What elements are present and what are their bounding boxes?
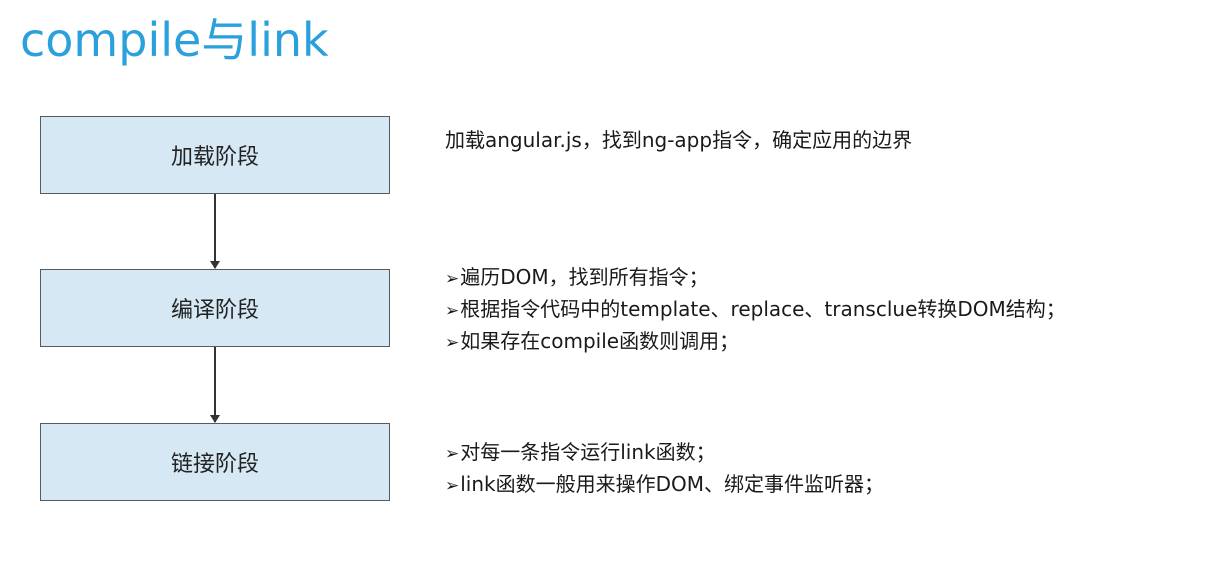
- flow-arrow: [210, 194, 220, 269]
- description-line: ➢根据指令代码中的template、replace、transclue转换DOM…: [445, 294, 1066, 326]
- stage-label: 加载阶段: [170, 145, 259, 170]
- description-line: 加载angular.js，找到ng-app指令，确定应用的边界: [445, 128, 913, 152]
- stage-description-link: ➢对每一条指令运行link函数； ➢link函数一般用来操作DOM、绑定事件监听…: [445, 437, 884, 501]
- stage-description-compile: ➢遍历DOM，找到所有指令； ➢根据指令代码中的template、replace…: [445, 262, 1066, 358]
- flow-arrow: [210, 347, 220, 423]
- description-line: ➢link函数一般用来操作DOM、绑定事件监听器；: [445, 469, 884, 501]
- stage-label: 链接阶段: [170, 452, 259, 477]
- stage-box-compile: 编译阶段: [40, 269, 390, 347]
- bullet-arrow-icon: ➢: [445, 444, 460, 464]
- description-line: ➢遍历DOM，找到所有指令；: [445, 262, 1066, 294]
- stage-box-link: 链接阶段: [40, 423, 390, 501]
- bullet-arrow-icon: ➢: [445, 333, 460, 353]
- bullet-arrow-icon: ➢: [445, 301, 460, 321]
- description-line: ➢如果存在compile函数则调用；: [445, 326, 1066, 358]
- stage-label: 编译阶段: [170, 298, 259, 323]
- stage-box-loading: 加载阶段: [40, 116, 390, 194]
- bullet-arrow-icon: ➢: [445, 476, 460, 496]
- stage-description-loading: 加载angular.js，找到ng-app指令，确定应用的边界: [445, 125, 912, 155]
- description-line: ➢对每一条指令运行link函数；: [445, 437, 884, 469]
- bullet-arrow-icon: ➢: [445, 269, 460, 289]
- slide-title: compile与link: [20, 13, 329, 67]
